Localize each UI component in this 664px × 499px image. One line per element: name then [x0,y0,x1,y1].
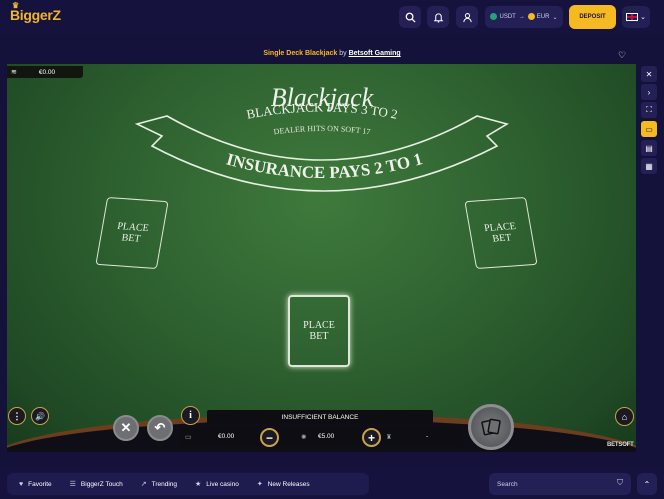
currency-selector[interactable]: USDT → EUR ⌄ [485,6,563,28]
decrease-bet-button[interactable]: − [260,428,279,447]
total-bet-icon: ♜ [386,434,392,441]
menu-button[interactable]: ⋮ [8,407,26,425]
screen-icon: ▭ [645,124,653,134]
wallet-icon: ▭ [185,434,192,441]
deposit-button[interactable]: DEPOSIT [569,5,616,29]
undo-icon: ↶ [154,420,166,435]
bet-spot-center[interactable]: PLACE BET [288,295,350,367]
search-input[interactable]: Search ⛉ [489,473,631,495]
nav-biggerz-touch[interactable]: ☰ BiggerZ Touch [69,480,123,489]
arrow-icon: → [518,14,525,20]
deal-button[interactable] [468,404,514,450]
notifications-button[interactable] [427,6,449,28]
balance-value: €0.00 [218,433,235,440]
minus-icon: − [265,430,273,445]
scroll-top-button[interactable]: ⌃ [637,473,657,495]
total-bet-value: - [426,433,429,440]
expand-arrow-button[interactable]: › [641,84,657,100]
more-vertical-icon: ⋮ [12,410,22,421]
speaker-icon: 🔊 [35,411,45,421]
increase-bet-button[interactable]: + [362,428,381,447]
info-button[interactable]: i [181,406,200,425]
top-bar: ♛ BiggerZ USDT → EUR ⌄ DEPOSIT ⌄ [0,0,664,34]
chip-stack-icon: ≋ [11,69,17,76]
search-icon [405,12,416,23]
favorite-heart-icon[interactable]: ♡ [618,50,626,61]
pays-text: BLACKJACK PAYS 3 TO 2 [245,99,399,121]
clear-bet-button[interactable]: ✕ [113,415,139,441]
book-icon: ▤ [645,143,653,153]
touch-icon: ☰ [69,481,76,488]
nav-new-releases[interactable]: ✦ New Releases [256,480,310,489]
fullscreen-button[interactable]: ⛶ [641,102,657,118]
status-message: INSUFFICIENT BALANCE [207,410,433,424]
bet-spot-right[interactable]: PLACE BET [464,196,538,270]
fullscreen-icon: ⛶ [646,105,652,114]
eur-icon [527,13,535,21]
undo-button[interactable]: ↶ [147,415,173,441]
trending-icon: ↗ [140,481,147,488]
star-icon: ★ [195,481,202,488]
close-icon: ✕ [120,420,132,435]
home-icon: ⌂ [621,411,628,422]
blackjack-table[interactable]: Blackjack BLACKJACK PAYS 3 TO 2 DEALER H… [7,64,636,452]
provider-link[interactable]: Betsoft Gaming [349,50,401,57]
chevron-up-icon: ⌃ [643,479,651,489]
info-mode-button[interactable]: ▤ [641,140,657,156]
lobby-button[interactable]: ⌂ [615,407,634,426]
search-button[interactable] [399,6,421,28]
nav-trending[interactable]: ↗ Trending [140,480,177,489]
dealer-rule-text: DEALER HITS ON SOFT 17 [273,124,371,136]
heart-icon: ♥ [19,480,24,488]
bell-icon [433,12,443,23]
by-text: by [339,50,347,57]
stats-button[interactable]: ▦ [641,158,657,174]
chip-icon: ✺ [301,434,307,441]
cards-icon [481,418,501,436]
user-icon [462,12,472,22]
chevron-down-icon: ⌄ [552,14,558,21]
chevron-right-icon: › [647,87,651,97]
theater-mode-button[interactable]: ▭ [641,121,657,137]
close-game-button[interactable]: ✕ [641,66,657,82]
usdt-icon [490,13,498,21]
biggerz-logo[interactable]: ♛ BiggerZ [10,1,61,23]
betsoft-logo: BETSOFT [607,442,634,448]
language-selector[interactable]: ⌄ [622,6,650,28]
filter-icon[interactable]: ⛉ [617,478,623,488]
sound-button[interactable]: 🔊 [31,407,49,425]
game-name: Single Deck Blackjack [263,50,338,57]
grid-icon: ▦ [645,161,653,171]
profile-button[interactable] [456,6,478,28]
nav-favorite[interactable]: ♥ Favorite [19,481,52,488]
game-title-row: Single Deck Blackjack by Betsoft Gaming [0,50,664,57]
info-icon: i [189,410,192,421]
nav-live-casino[interactable]: ★ Live casino [195,480,239,489]
category-nav: ♥ Favorite ☰ BiggerZ Touch ↗ Trending ★ Live… [7,473,369,495]
bet-spot-left[interactable]: PLACE BET [95,196,169,270]
close-icon: ✕ [645,69,653,79]
bet-bar: ▭ €0.00 ✺ €5.00 ♜ - [180,428,462,446]
top-balance-display: ≋ €0.00 [7,66,83,78]
sparkle-icon: ✦ [256,481,263,488]
insurance-text: INSURANCE PAYS 2 TO 1 [224,149,424,182]
plus-icon: + [367,430,375,445]
crown-icon: ♛ [12,1,19,10]
uk-flag-icon [626,13,639,21]
chevron-down-icon: ⌄ [640,14,646,21]
bet-amount: €5.00 [318,433,335,440]
